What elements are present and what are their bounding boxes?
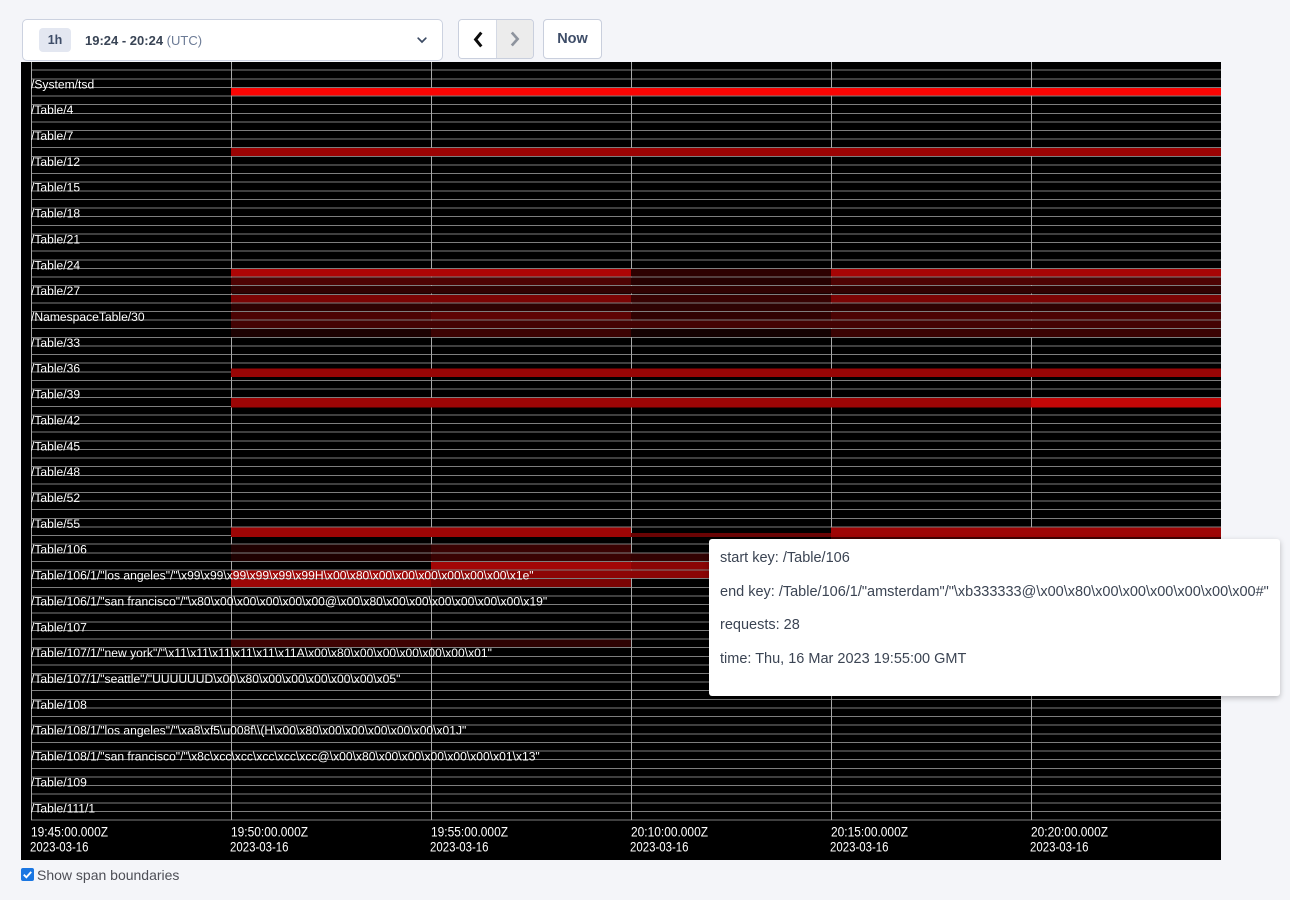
svg-text:/Table/7: /Table/7: [31, 129, 74, 143]
svg-text:/Table/27: /Table/27: [31, 284, 80, 298]
svg-text:/Table/18: /Table/18: [31, 207, 80, 221]
svg-text:/NamespaceTable/30: /NamespaceTable/30: [31, 310, 145, 324]
svg-text:19:50:00.000Z: 19:50:00.000Z: [231, 824, 308, 839]
svg-text:/Table/107: /Table/107: [31, 620, 87, 634]
svg-text:/Table/52: /Table/52: [31, 491, 80, 505]
svg-text:/Table/12: /Table/12: [31, 155, 80, 169]
svg-text:20:10:00.000Z: 20:10:00.000Z: [631, 824, 708, 839]
svg-text:2023-03-16: 2023-03-16: [230, 839, 289, 854]
svg-text:/Table/36: /Table/36: [31, 362, 80, 376]
svg-text:/Table/42: /Table/42: [31, 413, 80, 427]
svg-text:/Table/39: /Table/39: [31, 388, 80, 402]
svg-text:/Table/24: /Table/24: [31, 258, 80, 272]
svg-text:/System/tsd: /System/tsd: [31, 77, 94, 91]
svg-text:/Table/21: /Table/21: [31, 232, 80, 246]
svg-text:2023-03-16: 2023-03-16: [1030, 839, 1089, 854]
svg-text:/Table/107/1/"seattle"/"UUUUUU: /Table/107/1/"seattle"/"UUUUUUD\x00\x80\…: [31, 672, 400, 686]
svg-text:/Table/15: /Table/15: [31, 181, 80, 195]
svg-text:/Table/108/1/"los angeles"/"\x: /Table/108/1/"los angeles"/"\xa8\xf5\u00…: [31, 724, 466, 738]
svg-text:19:45:00.000Z: 19:45:00.000Z: [31, 824, 108, 839]
svg-text:/Table/33: /Table/33: [31, 336, 80, 350]
svg-text:2023-03-16: 2023-03-16: [430, 839, 489, 854]
svg-text:/Table/107/1/"new york"/"\x11\: /Table/107/1/"new york"/"\x11\x11\x11\x1…: [31, 646, 492, 660]
svg-text:/Table/106/1/"los angeles"/"\x: /Table/106/1/"los angeles"/"\x99\x99\x99…: [31, 569, 534, 583]
svg-text:/Table/45: /Table/45: [31, 439, 80, 453]
svg-text:/Table/48: /Table/48: [31, 465, 80, 479]
svg-text:/Table/55: /Table/55: [31, 517, 80, 531]
svg-text:/Table/4: /Table/4: [31, 103, 74, 117]
svg-text:/Table/111/1: /Table/111/1: [31, 801, 95, 815]
svg-text:2023-03-16: 2023-03-16: [830, 839, 889, 854]
svg-text:/Table/108: /Table/108: [31, 698, 87, 712]
svg-text:/Table/106: /Table/106: [31, 543, 87, 557]
svg-text:20:15:00.000Z: 20:15:00.000Z: [831, 824, 908, 839]
svg-text:2023-03-16: 2023-03-16: [630, 839, 689, 854]
svg-text:/Table/106/1/"san francisco"/": /Table/106/1/"san francisco"/"\x80\x00\x…: [31, 594, 547, 608]
svg-text:19:55:00.000Z: 19:55:00.000Z: [431, 824, 508, 839]
svg-text:/Table/108/1/"san francisco"/": /Table/108/1/"san francisco"/"\x8c\xcc\x…: [31, 750, 540, 764]
svg-text:20:20:00.000Z: 20:20:00.000Z: [1031, 824, 1108, 839]
svg-text:2023-03-16: 2023-03-16: [30, 839, 89, 854]
svg-text:/Table/109: /Table/109: [31, 775, 87, 789]
